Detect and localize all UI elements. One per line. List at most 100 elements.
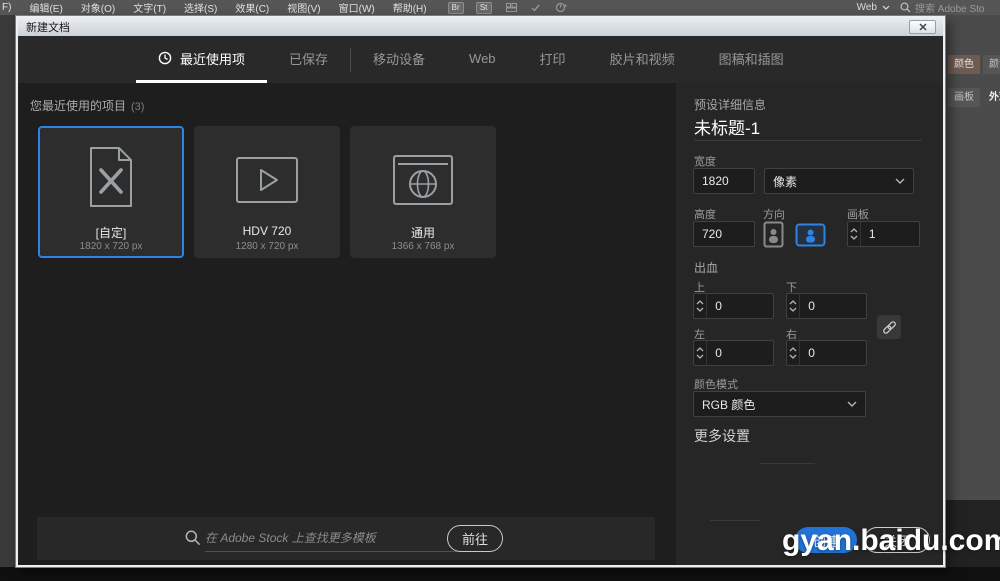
bleed-bottom-stepper[interactable] — [787, 294, 800, 318]
tab-film-video[interactable]: 胶片和视频 — [588, 36, 697, 83]
clock-icon — [158, 51, 172, 65]
artboard-label: 画板 — [847, 206, 869, 222]
height-field — [693, 221, 755, 247]
card-name: 通用 — [352, 224, 494, 241]
chevron-down-icon — [895, 178, 905, 184]
recent-card-custom[interactable]: [自定] 1820 x 720 px — [38, 126, 184, 258]
arrange-documents-icon[interactable] — [506, 3, 517, 12]
stepper-up-icon — [696, 347, 704, 352]
workspace-switcher[interactable]: Web — [847, 2, 900, 13]
panel-tab-row-1: 颜色 颜色 — [948, 55, 1000, 74]
docked-panels-strip: 颜色 颜色 画板 外观 — [946, 15, 1000, 500]
recent-card-hdv720[interactable]: HDV 720 1280 x 720 px — [194, 126, 340, 258]
bleed-right-input[interactable] — [800, 346, 866, 360]
bleed-left-stepper[interactable] — [694, 341, 707, 365]
close-icon — [919, 23, 927, 31]
bleed-bottom-input[interactable] — [800, 299, 866, 313]
tab-saved[interactable]: 已保存 — [267, 36, 350, 83]
search-icon — [185, 530, 201, 551]
web-browser-icon — [352, 154, 494, 206]
stepper-up-icon — [789, 300, 797, 305]
color-mode-select[interactable]: RGB 颜色 — [693, 391, 866, 417]
panel-tab-color[interactable]: 颜色 — [948, 55, 980, 74]
preset-details-heading: 预设详细信息 — [694, 96, 766, 113]
orientation-portrait-button[interactable] — [763, 221, 784, 248]
artboard-input[interactable] — [861, 227, 919, 241]
unit-value: 像素 — [773, 173, 797, 190]
recent-count: (3) — [131, 101, 144, 113]
go-button[interactable]: 前往 — [447, 525, 503, 552]
menu-select[interactable]: 选择(S) — [175, 0, 226, 15]
bleed-right-stepper[interactable] — [787, 341, 800, 365]
panel-tab-appearance[interactable]: 外观 — [983, 88, 1000, 107]
recent-cards: [自定] 1820 x 720 px HDV 720 12 — [38, 126, 496, 258]
color-mode-label: 颜色模式 — [694, 376, 738, 392]
chain-link-icon — [882, 320, 897, 335]
bleed-top-field — [693, 293, 774, 319]
tab-web-label: Web — [469, 51, 496, 66]
stepper-up-icon — [850, 228, 858, 233]
bridge-button[interactable]: Br — [448, 2, 464, 14]
tab-art-illustration-label: 图稿和插图 — [719, 49, 784, 68]
menu-file[interactable]: F) — [0, 2, 20, 13]
bleed-top-stepper[interactable] — [694, 294, 707, 318]
dialog-close-button[interactable] — [909, 20, 936, 34]
artboard-stepper[interactable] — [848, 222, 861, 246]
tab-recent-label: 最近使用项 — [180, 49, 245, 68]
dialog-content: 最近使用项 已保存 移动设备 Web 打印 胶片和视频 图稿和插图 您最近使用的… — [18, 36, 943, 565]
check-icon — [531, 4, 540, 12]
more-settings-link[interactable]: 更多设置 — [694, 426, 750, 446]
app-stock-search[interactable]: 搜索 Adobe Sto — [900, 0, 1000, 15]
card-size: 1280 x 720 px — [196, 241, 338, 252]
stock-search-input[interactable] — [205, 524, 457, 552]
stepper-down-icon — [696, 307, 704, 312]
panel-tab-color-guide[interactable]: 颜色 — [983, 55, 1000, 74]
tab-print-label: 打印 — [540, 49, 566, 68]
menu-type[interactable]: 文字(T) — [124, 0, 175, 15]
bleed-bottom-field — [786, 293, 867, 319]
recent-heading-text: 您最近使用的项目 — [30, 99, 126, 113]
card-size: 1366 x 768 px — [352, 241, 494, 252]
tab-web[interactable]: Web — [447, 36, 518, 83]
height-input[interactable] — [694, 227, 754, 241]
width-input[interactable] — [694, 174, 754, 188]
stepper-down-icon — [850, 235, 858, 240]
stepper-up-icon — [696, 300, 704, 305]
bleed-right-field — [786, 340, 867, 366]
bleed-top-input[interactable] — [707, 299, 773, 313]
menu-help[interactable]: 帮助(H) — [384, 0, 436, 15]
orientation-label: 方向 — [763, 206, 785, 222]
recent-card-common[interactable]: 通用 1366 x 768 px — [350, 126, 496, 258]
workspace-label: Web — [857, 2, 877, 13]
tab-print[interactable]: 打印 — [518, 36, 588, 83]
card-size: 1820 x 720 px — [40, 241, 182, 252]
menu-effect[interactable]: 效果(C) — [226, 0, 278, 15]
document-name-input[interactable] — [694, 113, 922, 141]
tab-film-video-label: 胶片和视频 — [610, 49, 675, 68]
menu-object[interactable]: 对象(O) — [72, 0, 124, 15]
new-document-dialog: 新建文档 最近使用项 已保存 移动设备 Web 打印 胶片和视频 图稿和插图 — [16, 16, 945, 567]
bleed-left-input[interactable] — [707, 346, 773, 360]
stepper-down-icon — [789, 307, 797, 312]
dialog-titlebar[interactable]: 新建文档 — [18, 18, 943, 36]
app-search-label: 搜索 Adobe Sto — [915, 0, 984, 15]
bleed-link-button[interactable] — [877, 315, 901, 339]
tab-mobile[interactable]: 移动设备 — [351, 36, 447, 83]
menu-window[interactable]: 窗口(W) — [330, 0, 384, 15]
card-name: [自定] — [40, 224, 182, 241]
orientation-landscape-button[interactable] — [795, 223, 826, 247]
tab-art-illustration[interactable]: 图稿和插图 — [697, 36, 806, 83]
chevron-down-icon — [882, 5, 890, 10]
tab-mobile-label: 移动设备 — [373, 49, 425, 68]
stepper-up-icon — [789, 347, 797, 352]
stock-button[interactable]: St — [476, 2, 492, 14]
color-mode-value: RGB 颜色 — [702, 396, 755, 413]
tab-recent[interactable]: 最近使用项 — [136, 36, 267, 83]
panel-tab-artboard[interactable]: 画板 — [948, 88, 980, 107]
gpu-rotate-icon[interactable] — [554, 2, 567, 13]
panel-tab-row-2: 画板 外观 — [948, 88, 1000, 107]
menu-view[interactable]: 视图(V) — [278, 0, 329, 15]
custom-document-icon — [40, 146, 182, 208]
menu-edit[interactable]: 编辑(E) — [20, 0, 71, 15]
unit-select[interactable]: 像素 — [764, 168, 914, 194]
